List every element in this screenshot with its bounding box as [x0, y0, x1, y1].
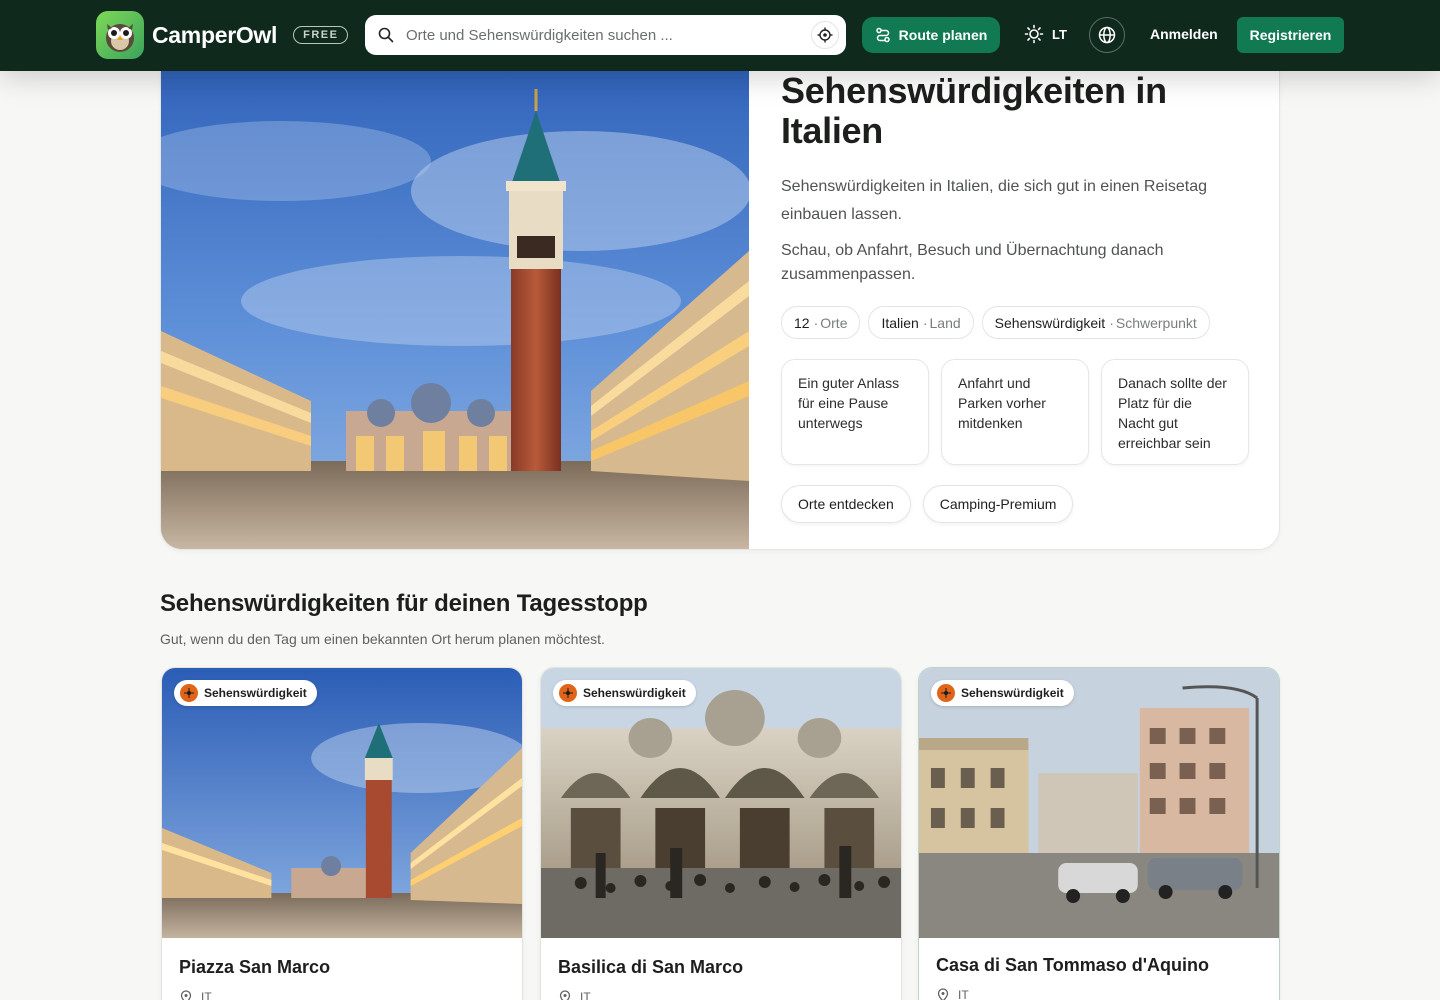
badge-label: Sehenswürdigkeit	[583, 686, 686, 700]
attraction-icon	[180, 684, 198, 702]
category-badge: Sehenswürdigkeit	[553, 680, 696, 706]
card-image	[162, 668, 522, 938]
page-title: Sehenswürdigkeiten in Italien	[781, 70, 1167, 151]
category-badge: Sehenswürdigkeit	[174, 680, 317, 706]
section-subtitle: Gut, wenn du den Tag um einen bekannten …	[160, 631, 605, 647]
brand-logo[interactable]: CamperOwl FREE	[96, 11, 349, 59]
plan-badge: FREE	[293, 26, 349, 44]
chip-separator: ·	[1109, 314, 1114, 331]
attraction-icon	[559, 684, 577, 702]
hero-description: Sehenswürdigkeiten in Italien, die sich …	[781, 178, 1208, 223]
pin-icon	[559, 990, 571, 1000]
chip-value: Sehenswürdigkeit	[994, 314, 1106, 331]
tip-card: Anfahrt und Parken vorher mitdenken	[941, 359, 1089, 465]
locate-icon[interactable]	[811, 21, 839, 49]
hero-card: Sehenswürdigkeiten in Italien Sehenswürd…	[160, 40, 1280, 550]
chip-value: 12	[794, 314, 810, 331]
hero-text: Sehenswürdigkeiten in Italien Sehenswürd…	[781, 71, 1261, 523]
chip-value: Italien	[881, 314, 919, 331]
search-bar[interactable]	[365, 15, 846, 55]
route-plan-label: Route planen	[898, 27, 988, 43]
sun-icon	[1024, 24, 1044, 44]
tip-cards: Ein guter Anlass für eine Pause unterweg…	[781, 359, 1261, 465]
badge-label: Sehenswürdigkeit	[961, 686, 1064, 700]
card-country: IT	[201, 990, 212, 1000]
place-card[interactable]: Sehenswürdigkeit Casa di San Tommaso d'A…	[918, 667, 1280, 1000]
chip-country: Italien · Land	[868, 306, 974, 339]
search-icon	[378, 27, 394, 43]
top-navbar: CamperOwl FREE Route planen LT Anmelden …	[0, 0, 1440, 71]
card-location: IT	[936, 988, 969, 1000]
route-icon	[875, 27, 890, 43]
card-image	[919, 668, 1279, 938]
theme-toggle[interactable]: LT	[1024, 24, 1067, 44]
route-plan-button[interactable]: Route planen	[862, 17, 1000, 53]
stat-chips: 12 · Orte Italien · Land Sehenswürdigkei…	[781, 306, 1261, 339]
attraction-icon	[937, 684, 955, 702]
tip-card: Ein guter Anlass für eine Pause unterweg…	[781, 359, 929, 465]
globe-icon	[1098, 26, 1116, 44]
chip-separator: ·	[922, 314, 928, 331]
hero-image	[161, 41, 749, 549]
chip-focus: Sehenswürdigkeit · Schwerpunkt	[981, 306, 1210, 339]
hero-actions: Orte entdecken Camping-Premium	[781, 485, 1261, 523]
card-country: IT	[580, 990, 591, 1000]
card-title[interactable]: Basilica di San Marco	[558, 957, 743, 978]
chip-separator: ·	[813, 314, 819, 331]
card-location: IT	[558, 990, 591, 1000]
register-button[interactable]: Registrieren	[1237, 17, 1344, 53]
category-badge: Sehenswürdigkeit	[931, 680, 1074, 706]
card-title[interactable]: Casa di San Tommaso d'Aquino	[936, 955, 1209, 976]
discover-places-button[interactable]: Orte entdecken	[781, 485, 911, 523]
language-button[interactable]	[1089, 17, 1125, 53]
card-title[interactable]: Piazza San Marco	[179, 957, 330, 978]
card-location: IT	[179, 990, 212, 1000]
chip-label: Orte	[820, 314, 848, 331]
owl-logo-icon	[96, 11, 144, 59]
login-link[interactable]: Anmelden	[1150, 26, 1218, 42]
hero-description-secondary: Schau, ob Anfahrt, Besuch und Übernachtu…	[781, 242, 1164, 283]
chip-label: Schwerpunkt	[1115, 314, 1197, 331]
pin-icon	[180, 990, 192, 1000]
place-card[interactable]: Sehenswürdigkeit Piazza San Marco IT	[161, 667, 523, 1000]
badge-label: Sehenswürdigkeit	[204, 686, 307, 700]
pin-icon	[937, 988, 949, 1000]
place-card[interactable]: Sehenswürdigkeit Basilica di San Marco I…	[540, 667, 902, 1000]
chip-label: Land	[929, 314, 961, 331]
card-country: IT	[958, 988, 969, 1000]
search-input[interactable]	[406, 26, 796, 44]
chip-count: 12 · Orte	[781, 306, 861, 339]
theme-label: LT	[1052, 26, 1067, 42]
section-title: Sehenswürdigkeiten für deinen Tagesstopp	[160, 590, 648, 617]
card-image	[541, 668, 901, 938]
camping-premium-button[interactable]: Camping-Premium	[922, 485, 1074, 523]
tip-card: Danach sollte der Platz für die Nacht gu…	[1101, 359, 1249, 465]
brand-name: CamperOwl	[152, 21, 278, 48]
